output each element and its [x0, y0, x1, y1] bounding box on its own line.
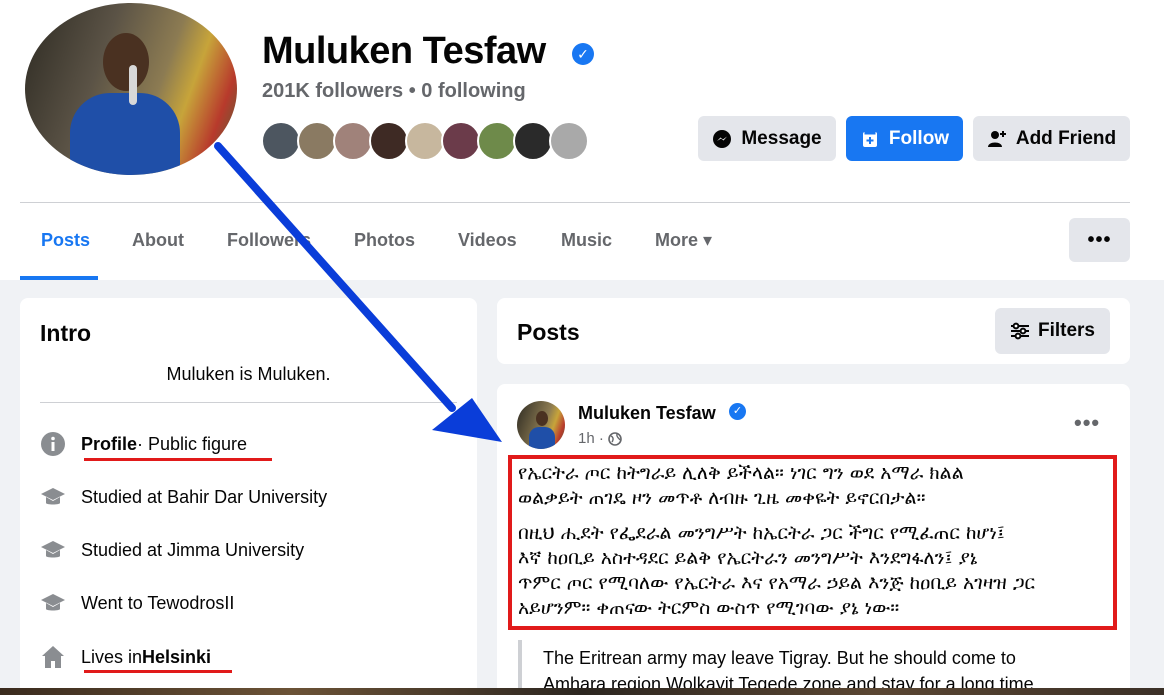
friend-avatar[interactable] — [369, 121, 409, 161]
filters-icon — [1010, 322, 1029, 340]
profile-avatar[interactable] — [25, 3, 237, 175]
post-timestamp[interactable]: 1h · — [578, 430, 622, 447]
translation-quote-bar — [518, 640, 522, 695]
intro-card: Intro Muluken is Muluken. Profile · Publ… — [20, 298, 477, 695]
filters-label: Filters — [1037, 320, 1096, 341]
tab-about[interactable]: About — [132, 230, 184, 251]
avatar-head — [103, 33, 149, 91]
education-text: Went to TewodrosII — [81, 592, 235, 613]
intro-item-lives-in: Lives in Helsinki — [40, 644, 211, 670]
messenger-icon — [713, 129, 732, 148]
friend-avatar[interactable] — [477, 121, 517, 161]
friend-avatar[interactable] — [405, 121, 445, 161]
post-author-name[interactable]: Muluken Tesfaw — [578, 403, 716, 424]
info-icon — [40, 431, 66, 457]
follow-icon — [862, 131, 877, 147]
intro-item-profile: Profile · Public figure — [40, 431, 247, 457]
intro-item-education-3: Went to TewodrosII — [40, 590, 234, 616]
tab-music[interactable]: Music — [561, 230, 612, 251]
more-options-button[interactable]: ••• — [1069, 218, 1130, 262]
profile-type-label: Profile — [81, 433, 138, 454]
graduation-cap-icon — [40, 590, 66, 616]
profile-name: Muluken Tesfaw — [262, 30, 546, 72]
friend-avatar[interactable] — [513, 121, 553, 161]
friend-avatar[interactable] — [261, 121, 301, 161]
avatar-shirt — [529, 427, 555, 449]
avatar-shirt — [70, 93, 180, 175]
friend-avatar[interactable] — [441, 121, 481, 161]
message-button[interactable]: Message — [698, 116, 836, 161]
intro-item-education-1: Studied at Bahir Dar University — [40, 484, 327, 510]
friend-avatar[interactable] — [297, 121, 337, 161]
intro-title: Intro — [40, 320, 92, 346]
post-text-line: የኤርትራ ጦር ከትግራይ ሊለቅ ይችላል። ነገር ግን ወደ አማራ ክ… — [518, 462, 964, 484]
post-text-line: እኛ ከዐቢይ አስተዳደር ይልቅ የኤርትራን መንግሥት እንደግፋለን፤… — [518, 547, 978, 569]
post-time-text: 1h · — [578, 430, 604, 447]
active-tab-indicator — [20, 276, 98, 280]
lives-in-city[interactable]: Helsinki — [142, 647, 211, 668]
filters-button[interactable]: Filters — [995, 308, 1110, 354]
header-divider — [20, 202, 1130, 203]
tab-videos[interactable]: Videos — [458, 230, 517, 251]
microphone-icon — [129, 65, 137, 105]
home-icon — [40, 644, 66, 670]
tab-more[interactable]: More ▾ — [655, 230, 712, 251]
posts-header-card: Posts Filters — [497, 298, 1130, 364]
annotation-underline-lives-in — [84, 670, 232, 673]
friend-avatars[interactable] — [261, 121, 589, 161]
education-text: Studied at Bahir Dar University — [81, 486, 328, 507]
post-author-avatar[interactable] — [517, 401, 565, 449]
intro-bio: Muluken is Muluken. — [166, 364, 331, 384]
follow-stats[interactable]: 201K followers • 0 following — [262, 80, 526, 103]
lives-in-text: Lives in — [81, 646, 143, 667]
message-label: Message — [741, 127, 822, 149]
graduation-cap-icon — [40, 484, 66, 510]
friend-avatar[interactable] — [333, 121, 373, 161]
follow-button[interactable]: Follow — [846, 116, 963, 161]
translation-line: The Eritrean army may leave Tigray. But … — [543, 648, 1016, 668]
tab-photos[interactable]: Photos — [354, 230, 415, 251]
follow-label: Follow — [888, 127, 950, 149]
post-text-line: በዚህ ሒደት የፌደራል መንግሥት ከኤርትራ ጋር ችግር የሚፈጠር ከ… — [518, 522, 1005, 544]
profile-header: Muluken Tesfaw ✓ 201K followers • 0 foll… — [0, 0, 1164, 280]
education-text: Studied at Jimma University — [81, 539, 305, 560]
profile-type-value: · Public figure — [137, 433, 248, 454]
tab-posts[interactable]: Posts — [41, 230, 90, 251]
add-friend-button[interactable]: Add Friend — [973, 116, 1130, 161]
post-text-line: ወልቃይት ጠገዴ ዞን መጥቶ ለብዙ ጊዜ መቀዬት ይኖርበታል። — [518, 487, 926, 509]
annotation-underline-profile — [84, 458, 272, 461]
posts-title: Posts — [517, 319, 580, 345]
avatar-head — [536, 411, 548, 426]
verified-badge-icon: ✓ — [572, 43, 594, 65]
post-options-button[interactable]: ••• — [1074, 410, 1100, 436]
post-text-line: ጥምር ጦር የሚባለው የኤርትራ እና የአማራ ኃይል እንጅ ከዐቢይ … — [518, 572, 1036, 594]
tab-followers[interactable]: Followers — [227, 230, 311, 251]
post-text-line: አይሆንም። ቀጠናው ትርምስ ውስጥ የሚገባው ያኔ ነው። — [518, 597, 900, 619]
intro-divider — [40, 402, 457, 403]
graduation-cap-icon — [40, 537, 66, 563]
add-friend-icon — [987, 130, 1006, 147]
bottom-image-strip — [0, 688, 1164, 695]
verified-badge-icon: ✓ — [729, 403, 746, 420]
friend-avatar[interactable] — [549, 121, 589, 161]
globe-icon — [608, 431, 622, 446]
intro-item-education-2: Studied at Jimma University — [40, 537, 304, 563]
add-friend-label: Add Friend — [1015, 127, 1117, 149]
